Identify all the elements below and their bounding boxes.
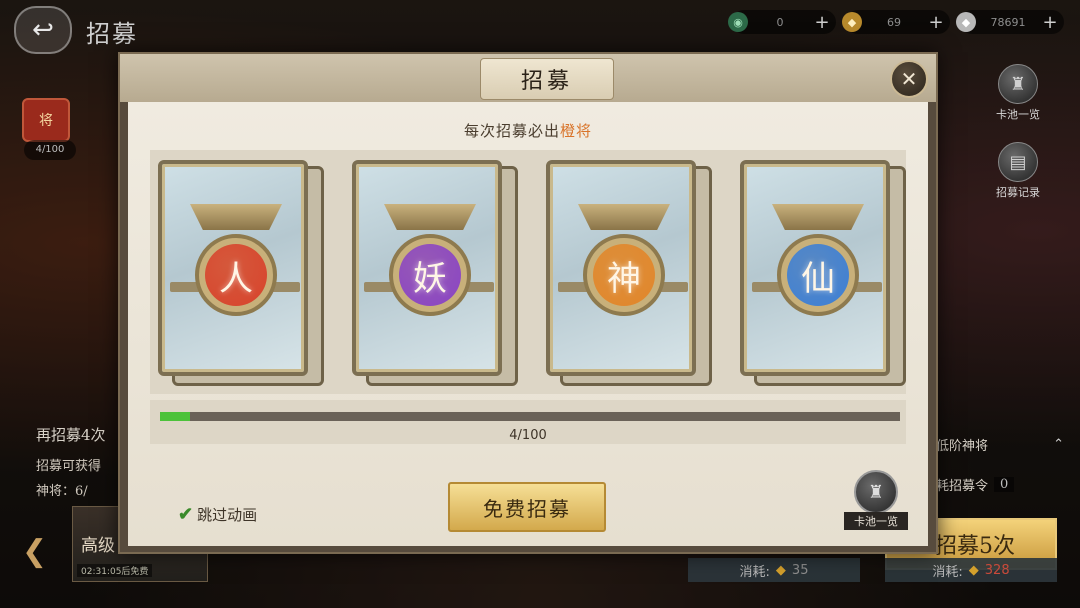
free-timer: 02:31:05后免费 <box>77 564 153 577</box>
cost-bar-five: 消耗: ◆ 328 <box>885 558 1057 582</box>
left-info-line1: 再招募4次 <box>36 426 106 444</box>
resource-value: 78691 <box>990 15 1026 29</box>
left-arrow-icon[interactable]: ❮ <box>22 534 47 569</box>
jade-icon: ◉ <box>728 12 748 32</box>
resource-silver: ◆ 78691 + <box>956 10 1064 34</box>
faction-card-human: 人 <box>158 160 324 386</box>
back-arrow-icon: ↩ <box>32 15 54 45</box>
scroll-icon: ▤ <box>998 142 1038 182</box>
faction-cards-area: 人 妖 神 仙 <box>150 150 906 394</box>
card-front: 神 <box>546 160 696 376</box>
progress-text: 4/100 <box>509 428 547 443</box>
skip-animation-toggle[interactable]: ✔ 跳过动画 <box>178 504 257 525</box>
crest-ornament-icon <box>190 204 282 230</box>
resource-value: 0 <box>776 15 784 29</box>
helmet-icon: ♜ <box>998 64 1038 104</box>
dialog-body: 每次招募必出橙将 人 妖 神 仙 4/100 ✔ 跳过动画 免费招募 ♜ 卡池一… <box>128 102 928 546</box>
general-card-chip: 将 <box>22 98 70 142</box>
gold-token-icon: ◆ <box>842 12 862 32</box>
faction-glyph: 妖 <box>399 244 461 306</box>
card-pool-side-button[interactable]: ♜ 卡池一览 <box>988 64 1048 122</box>
faction-card-immortal: 仙 <box>740 160 906 386</box>
progress-fill <box>160 412 190 421</box>
filter-label: 低阶神将 <box>936 438 989 454</box>
crest-ornament-icon <box>578 204 670 230</box>
cost-label: 消耗: <box>932 564 963 580</box>
cost-token-row: 耗招募令 0 <box>936 472 1064 496</box>
left-info-line3: 神将：6/ <box>36 484 88 499</box>
dialog-title: 招募 <box>480 58 614 100</box>
filter-row[interactable]: 低阶神将 ⌃ <box>936 432 1064 456</box>
add-gold-button[interactable]: + <box>926 12 946 33</box>
resource-jade: ◉ 0 + <box>728 10 836 34</box>
helmet-icon: ♜ <box>854 470 898 514</box>
card-pool-button[interactable]: ♜ 卡池一览 <box>844 470 908 530</box>
card-front: 人 <box>158 160 308 376</box>
card-pool-side-label: 卡池一览 <box>996 108 1040 121</box>
faction-medal: 妖 <box>389 234 471 316</box>
faction-medal: 神 <box>583 234 665 316</box>
faction-glyph: 人 <box>205 244 267 306</box>
resource-value: 69 <box>887 15 901 29</box>
crest-ornament-icon <box>384 204 476 230</box>
guarantee-prefix: 每次招募必出 <box>463 122 560 140</box>
gold-token-icon: ◆ <box>775 562 786 578</box>
close-icon: ✕ <box>900 67 918 91</box>
add-silver-button[interactable]: + <box>1040 12 1060 33</box>
page-title: 招募 <box>86 20 138 48</box>
guarantee-text: 每次招募必出橙将 <box>128 120 928 141</box>
faction-medal: 人 <box>195 234 277 316</box>
faction-card-god: 神 <box>546 160 712 386</box>
add-jade-button[interactable]: + <box>812 12 832 33</box>
back-button[interactable]: ↩ <box>14 6 72 54</box>
cost-value: 328 <box>984 562 1010 578</box>
guarantee-highlight: 橙将 <box>560 122 593 140</box>
cost-token-count: 0 <box>994 476 1015 492</box>
progress-track <box>160 412 900 421</box>
resource-gold: ◆ 69 + <box>842 10 950 34</box>
free-recruit-button[interactable]: 免费招募 <box>448 482 606 532</box>
silver-token-icon: ◆ <box>956 12 976 32</box>
close-button[interactable]: ✕ <box>890 60 928 98</box>
card-pool-label: 卡池一览 <box>844 512 908 530</box>
cost-value: 35 <box>791 562 809 578</box>
chevron-up-icon: ⌃ <box>1053 436 1064 452</box>
advanced-pool-title: 高级 <box>81 536 115 556</box>
recruit-progress: 4/100 <box>150 400 906 444</box>
faction-medal: 仙 <box>777 234 859 316</box>
left-info-line2: 招募可获得 <box>36 459 102 474</box>
crest-ornament-icon <box>772 204 864 230</box>
faction-glyph: 神 <box>593 244 655 306</box>
recruit-record-label: 招募记录 <box>996 186 1040 199</box>
cost-label: 消耗: <box>739 564 770 580</box>
recruit-record-button[interactable]: ▤ 招募记录 <box>988 142 1048 200</box>
card-front: 仙 <box>740 160 890 376</box>
checkmark-icon: ✔ <box>178 504 194 525</box>
cost-token-label: 耗招募令 <box>936 478 989 494</box>
skip-animation-label: 跳过动画 <box>197 506 258 524</box>
left-progress-count: 4/100 <box>24 140 76 160</box>
faction-glyph: 仙 <box>787 244 849 306</box>
cost-bar-single: 消耗: ◆ 35 <box>688 558 860 582</box>
card-front: 妖 <box>352 160 502 376</box>
recruit-dialog: 招募 ✕ 每次招募必出橙将 人 妖 神 仙 4/100 ✔ 跳过动画 免费招募 … <box>118 52 938 554</box>
faction-card-demon: 妖 <box>352 160 518 386</box>
gold-token-icon: ◆ <box>968 562 979 578</box>
